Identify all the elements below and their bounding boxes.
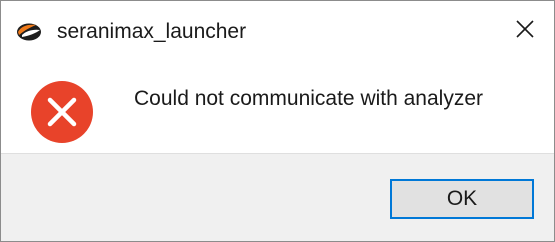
message-dialog: seranimax_launcher Could not communicate… [0, 0, 555, 242]
dialog-content: Could not communicate with analyzer [1, 61, 554, 153]
window-title: seranimax_launcher [57, 20, 247, 43]
title-bar[interactable]: seranimax_launcher [1, 1, 554, 61]
close-icon [515, 19, 535, 44]
close-button[interactable] [496, 1, 554, 61]
button-bar: OK [1, 153, 554, 241]
error-icon [30, 80, 94, 144]
ok-button-label: OK [446, 187, 478, 210]
seranimax-app-icon [16, 23, 42, 41]
ok-button[interactable]: OK [390, 179, 534, 219]
error-message: Could not communicate with analyzer [134, 87, 484, 110]
